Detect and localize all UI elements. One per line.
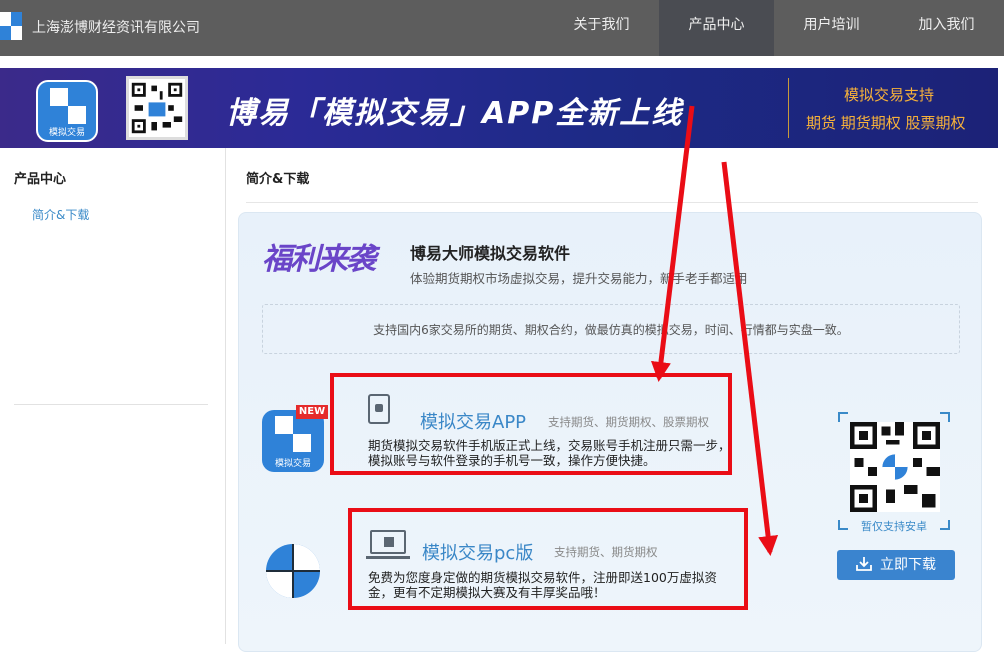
welfare-art-logo: 福利来袭: [262, 242, 376, 277]
app-product-icon: 模拟交易: [262, 410, 324, 472]
support-note-box: 支持国内6家交易所的期货、期权合约，做最仿真的模拟交易，时间、行情都与实盘一致。: [262, 304, 960, 354]
banner-divider: [788, 78, 789, 138]
download-icon: [856, 557, 872, 571]
new-badge: NEW: [296, 405, 328, 419]
banner-qr-code-icon: [126, 76, 188, 140]
nav-join-us[interactable]: 加入我们: [889, 0, 1004, 56]
sidebar-divider: [14, 404, 208, 405]
app-product-icon-caption: 模拟交易: [274, 459, 311, 469]
main-nav: 关于我们 产品中心 用户培训 加入我们: [544, 0, 1004, 56]
page-subtitle: 体验期货期权市场虚拟交易，提升交易能力，新手老手都适用: [410, 271, 748, 286]
qr-caption: 暂仅支持安卓: [861, 520, 927, 533]
app-icon-caption: 模拟交易: [48, 128, 85, 138]
top-navbar: 上海澎博财经资讯有限公司 关于我们 产品中心 用户培训 加入我们: [0, 0, 1004, 56]
download-button-label: 立即下载: [880, 557, 936, 573]
breadcrumb-divider: [246, 202, 978, 203]
sidebar-item-intro-download[interactable]: 简介&下载: [32, 206, 89, 223]
annotation-box-app: [330, 373, 732, 475]
app-logo-icon: 模拟交易: [36, 80, 98, 142]
support-note: 支持国内6家交易所的期货、期权合约，做最仿真的模拟交易，时间、行情都与实盘一致。: [373, 323, 849, 337]
sidebar-title: 产品中心: [14, 172, 67, 187]
download-qr-code-icon: [850, 422, 940, 512]
sidebar: 产品中心 简介&下载: [0, 148, 226, 644]
company-logo-icon[interactable]: [0, 12, 22, 40]
pc-product-icon: [266, 544, 320, 598]
download-button[interactable]: 立即下载: [837, 550, 955, 580]
promo-banner[interactable]: 模拟交易 博易「模拟交易」APP全新上线 模拟交易支持 期货 期货期权 股票期权: [0, 68, 998, 148]
banner-support-list: 期货 期货期权 股票期权: [806, 114, 966, 132]
banner-support-title: 模拟交易支持: [844, 86, 935, 104]
nav-user-training[interactable]: 用户培训: [774, 0, 889, 56]
breadcrumb: 简介&下载: [246, 172, 310, 187]
nav-product-center[interactable]: 产品中心: [659, 0, 774, 56]
banner-headline: 博易「模拟交易」APP全新上线: [226, 96, 684, 131]
nav-about-us[interactable]: 关于我们: [544, 0, 659, 56]
annotation-box-pc: [348, 508, 748, 610]
company-name[interactable]: 上海澎博财经资讯有限公司: [32, 17, 200, 37]
page-title: 博易大师模拟交易软件: [410, 244, 571, 263]
